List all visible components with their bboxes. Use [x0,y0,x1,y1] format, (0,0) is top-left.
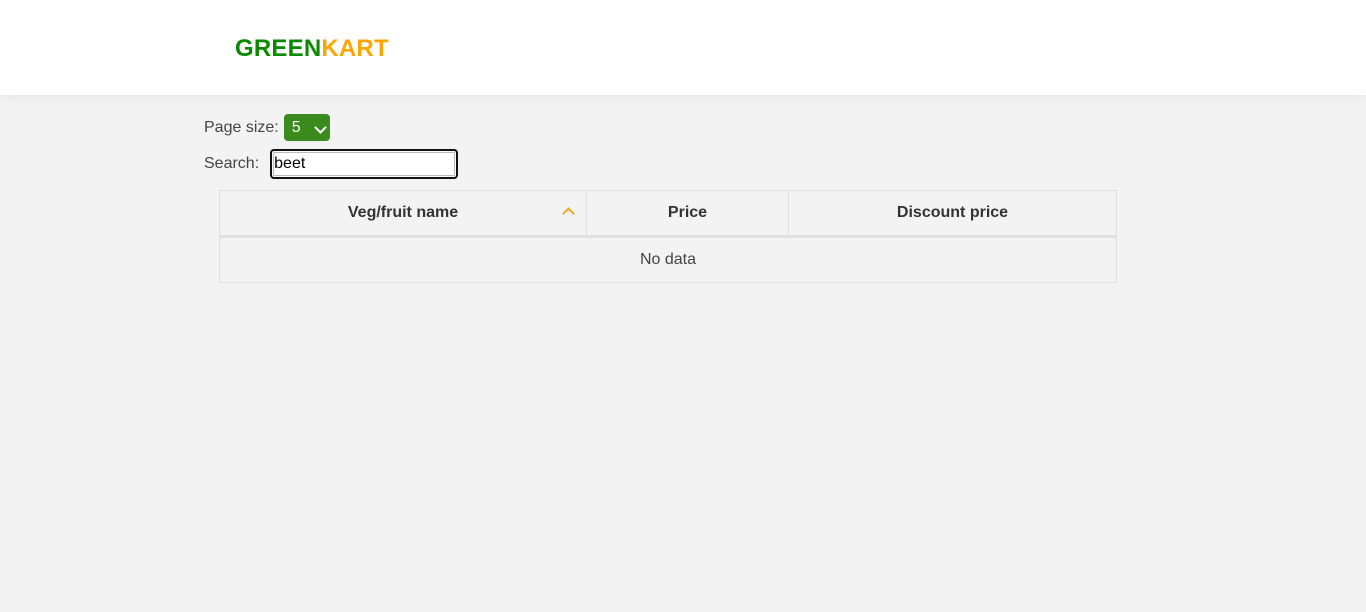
greenkart-logo[interactable]: GREENKART [235,34,389,64]
page-size-select[interactable]: 5 [283,114,330,141]
table-header-row: Veg/fruit name Price Discount price [219,190,1117,238]
column-header-discount-label: Discount price [896,204,1009,221]
top-header: GREENKART [0,0,1366,95]
page-size-value: 5 [291,119,301,136]
logo-kart-text: KART [321,35,389,62]
table-row: No data [219,236,1117,283]
sort-ascending-icon [562,207,575,220]
logo-green-text: GREEN [235,35,322,62]
column-header-discount-price[interactable]: Discount price [788,190,1117,238]
search-input[interactable] [270,149,459,179]
chevron-down-icon [313,121,327,134]
column-header-price-label: Price [667,204,708,221]
page-size-label: Page size: [204,119,279,136]
search-row: Search: [204,149,459,179]
products-table: Veg/fruit name Price Discount price No d… [219,190,1117,283]
column-header-price[interactable]: Price [586,190,789,238]
empty-state-message: No data [219,236,1117,283]
column-header-name-label: Veg/fruit name [347,204,459,221]
page-size-row: Page size: 5 [204,114,330,141]
search-label: Search: [204,155,260,172]
column-header-name[interactable]: Veg/fruit name [219,190,587,238]
